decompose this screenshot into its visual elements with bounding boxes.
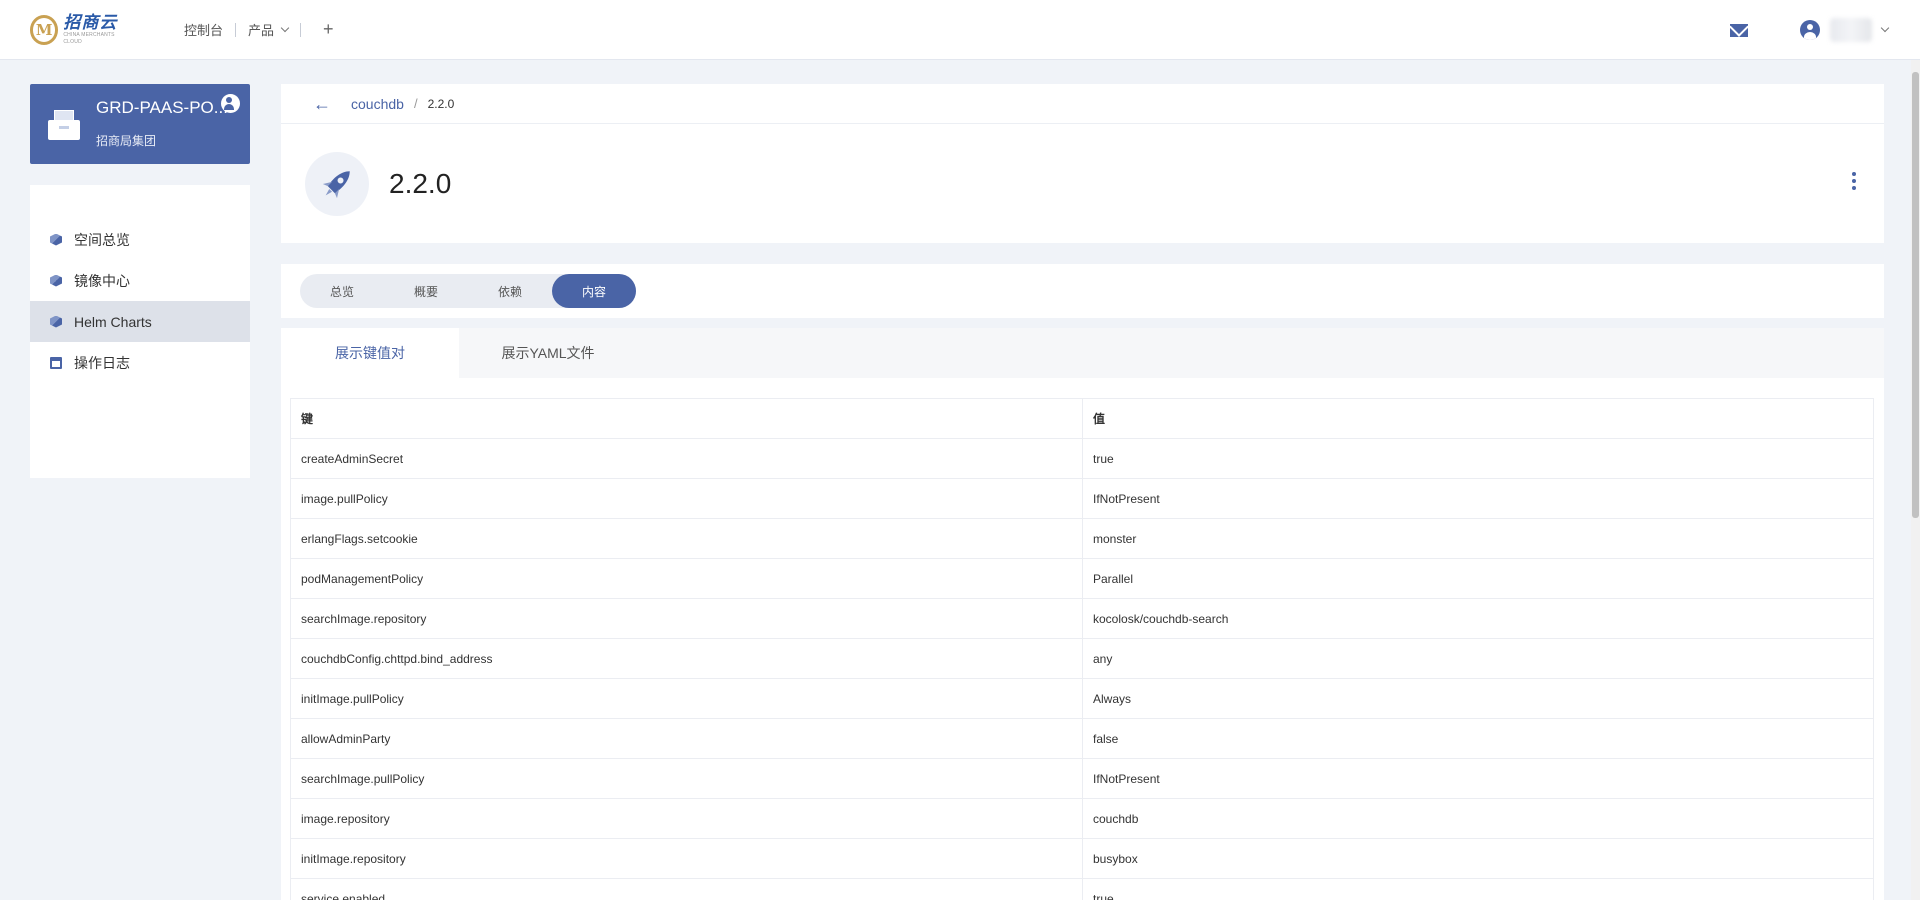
tab-content[interactable]: 内容 xyxy=(552,274,636,308)
nav-products-dropdown[interactable]: 产品 xyxy=(248,20,290,39)
table-row: initImage.pullPolicy Always xyxy=(290,678,1874,719)
nav-products-label: 产品 xyxy=(248,23,275,38)
row-value: busybox xyxy=(1082,838,1874,879)
sidebar-item-space-overview[interactable]: 空间总览 xyxy=(30,219,250,260)
table-row: image.repository couchdb xyxy=(290,798,1874,839)
table-row: searchImage.repository kocolosk/couchdb-s… xyxy=(290,598,1874,639)
more-vertical-icon[interactable] xyxy=(1852,172,1856,190)
table-header-row: 键 值 xyxy=(290,398,1874,439)
breadcrumb-separator: / xyxy=(413,96,418,111)
row-value: monster xyxy=(1082,518,1874,559)
nav-divider xyxy=(235,22,237,37)
row-key: image.pullPolicy xyxy=(290,478,1083,519)
row-value: IfNotPresent xyxy=(1082,758,1874,799)
table-row: allowAdminParty false xyxy=(290,718,1874,759)
back-arrow-icon[interactable]: ← xyxy=(313,95,331,113)
sidebar-menu: 空间总览 镜像中心 Helm Charts 操作日志 xyxy=(30,185,250,478)
table-row: podManagementPolicy Parallel xyxy=(290,558,1874,599)
add-icon[interactable]: + xyxy=(323,19,334,40)
page-title: 2.2.0 xyxy=(389,168,452,199)
rocket-icon xyxy=(305,152,369,216)
sidebar-item-label: Helm Charts xyxy=(74,313,152,330)
project-box-icon xyxy=(48,110,80,140)
sidebar-item-label: 镜像中心 xyxy=(74,272,130,289)
column-header-key: 键 xyxy=(290,398,1083,439)
project-card[interactable]: GRD-PAAS-PO... 招商局集团 xyxy=(30,84,250,164)
sidebar-item-image-center[interactable]: 镜像中心 xyxy=(30,260,250,301)
top-navbar: M 招商云 CHINA MERCHANTS CLOUD 控制台 产品 + xyxy=(0,0,1920,60)
table-row: erlangFlags.setcookie monster xyxy=(290,518,1874,559)
row-key: initImage.repository xyxy=(290,838,1083,879)
row-key: service.enabled xyxy=(290,878,1083,900)
row-key: image.repository xyxy=(290,798,1083,839)
sidebar-item-label: 操作日志 xyxy=(74,354,130,371)
row-value: Parallel xyxy=(1082,558,1874,599)
table-row: searchImage.pullPolicy IfNotPresent xyxy=(290,758,1874,799)
row-value: false xyxy=(1082,718,1874,759)
tabs-bar: 总览 概要 依赖 内容 xyxy=(281,264,1884,318)
row-key: erlangFlags.setcookie xyxy=(290,518,1083,559)
nav-divider xyxy=(300,22,302,37)
row-value: any xyxy=(1082,638,1874,679)
row-key: podManagementPolicy xyxy=(290,558,1083,599)
subtab-key-value[interactable]: 展示键值对 xyxy=(281,328,459,378)
chevron-down-icon xyxy=(280,23,290,32)
subtab-yaml[interactable]: 展示YAML文件 xyxy=(459,328,637,378)
logo-mark-icon: M xyxy=(30,14,59,45)
row-value: true xyxy=(1082,878,1874,900)
project-name: GRD-PAAS-PO... xyxy=(96,98,228,117)
chevron-down-icon[interactable] xyxy=(1880,23,1890,33)
cube-icon xyxy=(50,233,62,246)
breadcrumb-current: 2.2.0 xyxy=(427,96,455,111)
row-key: createAdminSecret xyxy=(290,438,1083,479)
user-avatar-icon[interactable] xyxy=(1800,20,1820,40)
mail-icon[interactable] xyxy=(1730,23,1748,37)
logo[interactable]: M 招商云 CHINA MERCHANTS CLOUD xyxy=(30,14,130,46)
column-header-value: 值 xyxy=(1082,398,1874,439)
breadcrumb-parent-link[interactable]: couchdb xyxy=(351,96,404,112)
table-row: createAdminSecret true xyxy=(290,438,1874,479)
project-member-icon[interactable] xyxy=(221,94,240,113)
table-row: initImage.repository busybox xyxy=(290,838,1874,879)
sidebar-item-operation-log[interactable]: 操作日志 xyxy=(30,342,250,383)
cube-icon xyxy=(50,315,62,328)
row-key: allowAdminParty xyxy=(290,718,1083,759)
sidebar-item-helm-charts[interactable]: Helm Charts xyxy=(30,301,250,342)
row-value: kocolosk/couchdb-search xyxy=(1082,598,1874,639)
row-value: Always xyxy=(1082,678,1874,719)
key-value-table: 键 值 createAdminSecret true image.pullPoli… xyxy=(290,398,1874,900)
calendar-icon xyxy=(50,356,62,369)
row-key: initImage.pullPolicy xyxy=(290,678,1083,719)
tab-overview[interactable]: 总览 xyxy=(300,274,384,308)
tab-summary[interactable]: 概要 xyxy=(384,274,468,308)
tab-group: 总览 概要 依赖 内容 xyxy=(300,274,636,308)
user-name-redacted[interactable] xyxy=(1830,18,1872,42)
nav-console-link[interactable]: 控制台 xyxy=(184,20,223,39)
logo-subtext: CHINA MERCHANTS CLOUD xyxy=(63,31,115,45)
chart-version-header: ← couchdb / 2.2.0 2.2.0 xyxy=(281,84,1884,243)
tab-dependencies[interactable]: 依赖 xyxy=(468,274,552,308)
row-key: searchImage.repository xyxy=(290,598,1083,639)
row-key: searchImage.pullPolicy xyxy=(290,758,1083,799)
scrollbar-thumb[interactable] xyxy=(1912,72,1919,518)
row-value: IfNotPresent xyxy=(1082,478,1874,519)
row-value: true xyxy=(1082,438,1874,479)
row-value: couchdb xyxy=(1082,798,1874,839)
table-row: couchdbConfig.chttpd.bind_address any xyxy=(290,638,1874,679)
cube-icon xyxy=(50,274,62,287)
sidebar-item-label: 空间总览 xyxy=(74,231,130,248)
page-scrollbar[interactable] xyxy=(1911,60,1920,900)
row-key: couchdbConfig.chttpd.bind_address xyxy=(290,638,1083,679)
breadcrumb: ← couchdb / 2.2.0 xyxy=(281,84,1884,124)
table-row: service.enabled true xyxy=(290,878,1874,900)
project-org: 招商局集团 xyxy=(96,134,157,148)
table-row: image.pullPolicy IfNotPresent xyxy=(290,478,1874,519)
content-panel: 展示键值对 展示YAML文件 键 值 createAdminSecret true… xyxy=(281,328,1884,900)
logo-text: 招商云 xyxy=(63,12,118,33)
subtab-bar: 展示键值对 展示YAML文件 xyxy=(281,328,1884,378)
